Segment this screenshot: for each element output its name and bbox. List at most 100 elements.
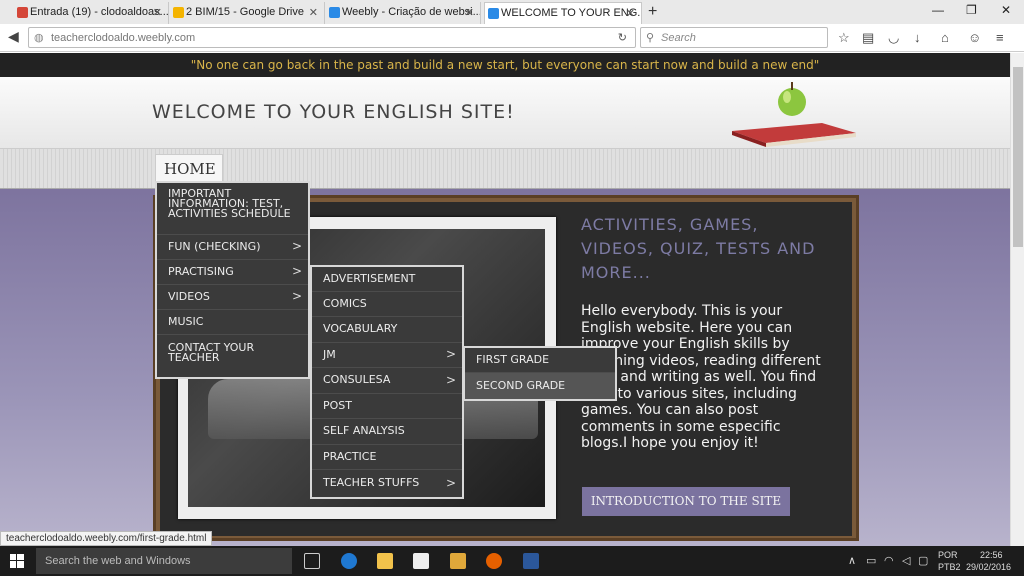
volume-icon[interactable]: ◁ [902, 554, 910, 567]
practising-dropdown: ADVERTISEMENT COMICS VOCABULARY JM > CON… [310, 265, 464, 499]
menu-item[interactable]: VOCABULARY [312, 317, 462, 343]
menu-item[interactable]: TEACHER STUFFS > [312, 470, 462, 497]
menu-item[interactable]: SECOND GRADE [465, 373, 615, 399]
menu-item[interactable]: COMICS [312, 292, 462, 317]
jm-dropdown: FIRST GRADE SECOND GRADE [463, 346, 617, 401]
home-dropdown: IMPORTANT INFORMATION: TEST, ACTIVITIES … [155, 181, 310, 379]
firefox-icon[interactable] [486, 553, 502, 569]
menu-icon[interactable]: ≡ [996, 30, 1004, 45]
word-icon[interactable] [523, 553, 539, 569]
menu-item[interactable]: JM > [312, 343, 462, 368]
tab-title: Entrada (19) - clodoaldoas... [30, 6, 169, 18]
board-heading: ACTIVITIES, GAMES, VIDEOS, QUIZ, TESTS A… [581, 215, 816, 282]
menu-item-label: COMICS [323, 297, 367, 310]
board-text: Hello everybody. This is your English we… [581, 303, 821, 451]
apple-icon [778, 82, 806, 116]
gmail-icon [17, 7, 28, 18]
browser-tab-bar: Entrada (19) - clodoaldoas... ✕ 2 BIM/15… [0, 0, 1024, 24]
menu-item[interactable]: FIRST GRADE [465, 348, 615, 373]
download-icon[interactable]: ↓ [914, 30, 921, 45]
battery-icon[interactable]: ▭ [866, 554, 876, 567]
new-tab-button[interactable]: + [648, 3, 657, 21]
reading-list-icon[interactable]: ▤ [862, 30, 874, 46]
home-icon[interactable]: ⌂ [941, 30, 949, 45]
tab-welcome[interactable]: WELCOME TO YOUR ENG... ✕ [484, 2, 642, 24]
menu-item[interactable]: IMPORTANT INFORMATION: TEST, ACTIVITIES … [157, 183, 308, 235]
menu-item[interactable]: CONSULESA > [312, 368, 462, 394]
tab-gmail[interactable]: Entrada (19) - clodoaldoas... ✕ [14, 2, 169, 24]
menu-item-label: PRACTISING [168, 265, 234, 278]
address-bar[interactable]: ◍ teacherclodoaldo.weebly.com ↻ [28, 27, 636, 48]
chevron-right-icon: > [445, 372, 456, 387]
menu-item[interactable]: POST [312, 394, 462, 419]
menu-item-label: JM [323, 348, 336, 361]
drive-icon [173, 7, 184, 18]
close-tab-icon[interactable]: ✕ [465, 6, 474, 19]
bookmark-star-icon[interactable]: ☆ [838, 30, 850, 46]
maximize-button[interactable]: ❐ [966, 3, 977, 17]
menu-item[interactable]: ADVERTISEMENT [312, 267, 462, 292]
task-view-icon[interactable] [304, 553, 320, 569]
close-tab-icon[interactable]: ✕ [626, 7, 635, 20]
menu-item-label: CONSULESA [323, 373, 391, 386]
book-apple-icon [732, 123, 856, 147]
search-icon: ⚲ [646, 32, 655, 44]
menu-item-label: TEACHER STUFFS [323, 476, 420, 489]
reload-icon[interactable]: ↻ [618, 31, 627, 44]
menu-item[interactable]: VIDEOS > [157, 285, 308, 310]
clock-time[interactable]: 22:56 [980, 550, 1003, 560]
menu-item[interactable]: MUSIC [157, 310, 308, 335]
file-explorer-icon[interactable] [377, 553, 393, 569]
tab-weebly[interactable]: Weebly - Criação de websi... ✕ [326, 2, 481, 24]
close-window-button[interactable]: ✕ [1001, 3, 1011, 17]
menu-item-label: VOCABULARY [323, 322, 398, 335]
keyboard-layout-label[interactable]: PTB2 [938, 562, 961, 572]
site-title[interactable]: WELCOME TO YOUR ENGLISH SITE! [152, 101, 515, 123]
taskbar: Search the web and Windows ∧ ▭ ◠ ◁ ▢ POR… [0, 546, 1024, 576]
menu-item[interactable]: PRACTICE [312, 445, 462, 470]
media-player-icon[interactable] [450, 553, 466, 569]
store-icon[interactable] [413, 553, 429, 569]
minimize-button[interactable]: — [932, 3, 944, 17]
menu-item-label: PRACTICE [323, 450, 377, 463]
scrollbar-thumb[interactable] [1013, 67, 1023, 247]
taskbar-search[interactable]: Search the web and Windows [36, 548, 292, 574]
web-page: "No one can go back in the past and buil… [0, 53, 1010, 546]
back-arrow-icon[interactable]: ◀ [8, 28, 19, 45]
clock-date[interactable]: 29/02/2016 [966, 562, 1011, 572]
menu-item[interactable]: PRACTISING > [157, 260, 308, 285]
close-tab-icon[interactable]: ✕ [309, 6, 318, 19]
wifi-icon[interactable]: ◠ [884, 554, 894, 567]
chat-icon[interactable]: ☺ [968, 30, 981, 45]
navigation-bar: ◀ ◍ teacherclodoaldo.weebly.com ↻ ⚲ Sear… [0, 24, 1024, 52]
menu-item-label: FUN (CHECKING) [168, 240, 261, 253]
url-text: teacherclodoaldo.weebly.com [51, 32, 196, 44]
introduction-button[interactable]: INTRODUCTION TO THE SITE [582, 487, 790, 516]
menu-item-label: VIDEOS [168, 290, 210, 303]
pocket-icon[interactable]: ◡ [888, 30, 899, 46]
chevron-right-icon: > [291, 289, 302, 303]
nav-home[interactable]: HOME [155, 154, 223, 184]
windows-start-icon[interactable] [10, 554, 24, 568]
tab-drive[interactable]: 2 BIM/15 - Google Drive ✕ [170, 2, 325, 24]
chevron-up-icon[interactable]: ∧ [848, 554, 856, 567]
tab-title: WELCOME TO YOUR ENG... [501, 7, 642, 19]
chevron-right-icon: > [445, 475, 456, 490]
menu-item[interactable]: FUN (CHECKING) > [157, 235, 308, 260]
notification-icon[interactable]: ▢ [918, 554, 928, 567]
tab-title: Weebly - Criação de websi... [342, 6, 481, 18]
search-box[interactable]: ⚲ Search [640, 27, 828, 48]
close-tab-icon[interactable]: ✕ [153, 6, 162, 19]
menu-item-label: IMPORTANT INFORMATION: TEST, ACTIVITIES … [168, 187, 291, 220]
vertical-scrollbar[interactable] [1010, 53, 1024, 546]
status-bar: teacherclodoaldo.weebly.com/first-grade.… [0, 531, 213, 546]
menu-item-label: POST [323, 399, 352, 412]
site-header: WELCOME TO YOUR ENGLISH SITE! [0, 77, 1010, 149]
tab-title: 2 BIM/15 - Google Drive [186, 6, 304, 18]
menu-item-label: FIRST GRADE [476, 353, 550, 366]
menu-item[interactable]: CONTACT YOUR TEACHER [157, 335, 308, 377]
language-label[interactable]: POR [938, 550, 958, 560]
menu-item[interactable]: SELF ANALYSIS [312, 419, 462, 445]
chevron-right-icon: > [291, 264, 302, 278]
edge-icon[interactable] [341, 553, 357, 569]
